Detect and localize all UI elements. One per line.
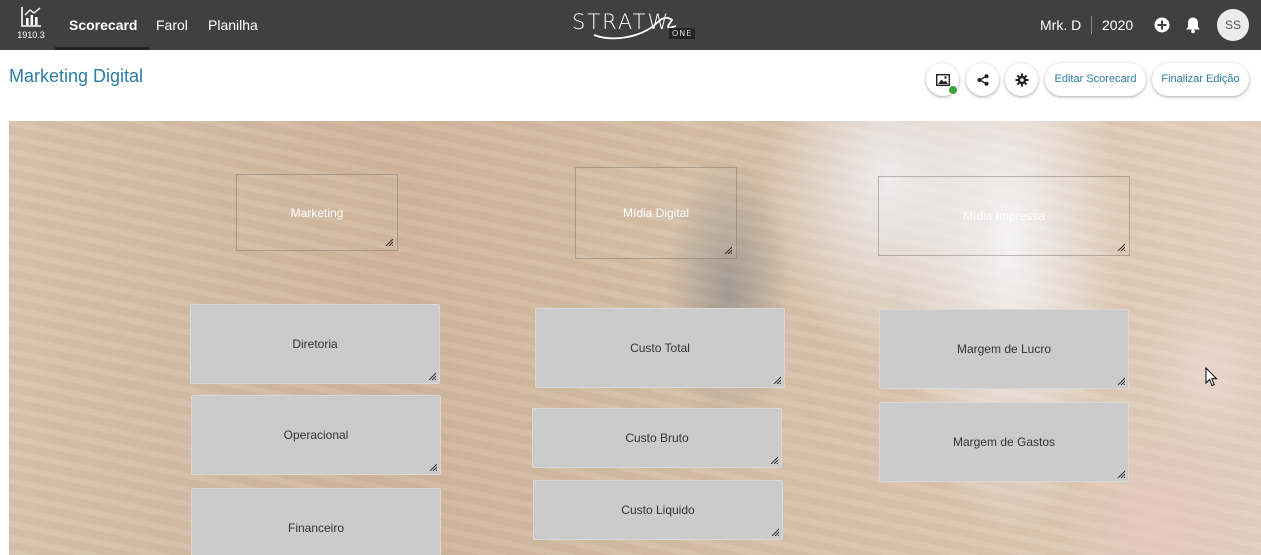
objective-label: Custo Bruto <box>625 431 689 445</box>
settings-button[interactable] <box>1005 63 1038 96</box>
status-indicator <box>948 85 958 95</box>
resize-handle-icon[interactable] <box>771 528 779 536</box>
year-selector[interactable]: 2020 <box>1102 0 1133 50</box>
perspective-header-midia-digital[interactable]: Mídia Digital <box>575 167 737 259</box>
mouse-cursor-icon <box>1205 367 1218 387</box>
finish-edit-button[interactable]: Finalizar Edição <box>1152 63 1249 96</box>
top-bar: 1910.3 Scorecard Farol Planilha STRATW O… <box>0 0 1261 50</box>
stratws-logo: STRATW ONE <box>572 8 697 42</box>
avatar[interactable]: SS <box>1217 9 1249 41</box>
perspective-label: Marketing <box>290 205 344 220</box>
resize-handle-icon[interactable] <box>773 376 781 384</box>
resize-handle-icon[interactable] <box>1117 243 1125 251</box>
background-image-button[interactable] <box>926 63 959 96</box>
logo-suffix: ONE <box>669 28 696 39</box>
resize-handle-icon[interactable] <box>724 246 732 254</box>
share-button[interactable] <box>966 63 999 96</box>
resize-handle-icon[interactable] <box>428 372 436 380</box>
objective-card-custo-total[interactable]: Custo Total <box>535 308 785 388</box>
perspective-label: Mídia Digital <box>622 206 690 220</box>
objective-label: Diretoria <box>292 337 338 351</box>
objective-card-custo-bruto[interactable]: Custo Bruto <box>532 408 782 468</box>
objective-card-financeiro[interactable]: Financeiro <box>191 488 441 555</box>
app-version[interactable]: 1910.3 <box>16 6 46 44</box>
user-label[interactable]: Mrk. D <box>1040 0 1081 50</box>
add-icon[interactable] <box>1152 15 1172 35</box>
image-icon <box>935 73 950 86</box>
resize-handle-icon[interactable] <box>385 238 393 246</box>
version-number: 1910.3 <box>17 30 45 40</box>
objective-label: Custo Total <box>630 341 690 355</box>
objective-label: Margem de Gastos <box>952 435 1056 449</box>
edit-scorecard-button[interactable]: Editar Scorecard <box>1045 63 1146 96</box>
nav-farol[interactable]: Farol <box>156 0 188 50</box>
chart-icon <box>21 7 41 27</box>
objective-label: Financeiro <box>287 521 345 535</box>
gear-icon <box>1015 73 1028 86</box>
objective-card-margem-de-lucro[interactable]: Margem de Lucro <box>879 309 1129 389</box>
objective-label: Custo Liquido <box>621 503 695 517</box>
perspective-header-midia-impressa[interactable]: Mídia Impressa <box>878 176 1130 256</box>
scorecard-canvas: Marketing Mídia Digital Mídia Impressa D… <box>9 121 1261 555</box>
nav-scorecard[interactable]: Scorecard <box>54 0 151 50</box>
top-divider <box>1091 16 1092 34</box>
objective-card-custo-liquido[interactable]: Custo Liquido <box>533 480 783 540</box>
bell-icon[interactable] <box>1183 15 1203 35</box>
resize-handle-icon[interactable] <box>1117 470 1125 478</box>
objective-label: Margem de Lucro <box>956 342 1052 356</box>
perspective-header-marketing[interactable]: Marketing <box>236 174 398 251</box>
objective-label: Operacional <box>283 428 349 442</box>
share-icon <box>977 73 988 86</box>
objective-card-diretoria[interactable]: Diretoria <box>190 304 440 384</box>
page-title: Marketing Digital <box>9 66 144 86</box>
resize-handle-icon[interactable] <box>770 456 778 464</box>
objective-card-operacional[interactable]: Operacional <box>191 395 441 475</box>
resize-handle-icon[interactable] <box>429 463 437 471</box>
resize-handle-icon[interactable] <box>1117 377 1125 385</box>
perspective-label: Mídia Impressa <box>962 209 1046 223</box>
objective-card-margem-de-gastos[interactable]: Margem de Gastos <box>879 402 1129 482</box>
nav-planilha[interactable]: Planilha <box>208 0 258 50</box>
